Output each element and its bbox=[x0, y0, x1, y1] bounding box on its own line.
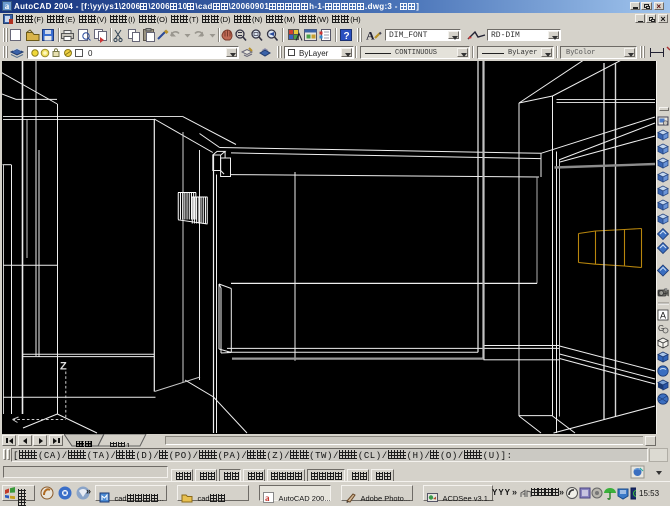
svg-text:a: a bbox=[265, 493, 270, 503]
svg-text:Z: Z bbox=[60, 361, 67, 373]
svg-text:A: A bbox=[660, 310, 666, 320]
svg-text:?: ? bbox=[344, 31, 350, 42]
svg-text:A: A bbox=[366, 29, 375, 43]
